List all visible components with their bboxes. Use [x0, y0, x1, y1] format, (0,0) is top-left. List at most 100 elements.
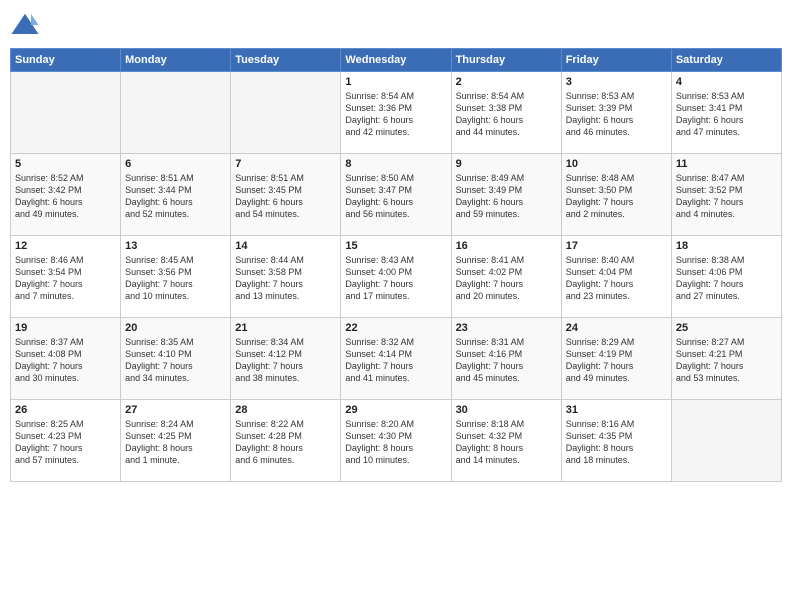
day-info: Sunrise: 8:27 AM Sunset: 4:21 PM Dayligh… — [676, 336, 777, 385]
calendar-header-row: SundayMondayTuesdayWednesdayThursdayFrid… — [11, 49, 782, 72]
calendar-table: SundayMondayTuesdayWednesdayThursdayFrid… — [10, 48, 782, 482]
day-info: Sunrise: 8:38 AM Sunset: 4:06 PM Dayligh… — [676, 254, 777, 303]
day-info: Sunrise: 8:40 AM Sunset: 4:04 PM Dayligh… — [566, 254, 667, 303]
calendar-cell — [11, 72, 121, 154]
day-info: Sunrise: 8:47 AM Sunset: 3:52 PM Dayligh… — [676, 172, 777, 221]
day-number: 27 — [125, 404, 226, 416]
calendar-cell: 6 Sunrise: 8:51 AM Sunset: 3:44 PM Daylig… — [121, 154, 231, 236]
calendar-cell: 25Sunrise: 8:27 AM Sunset: 4:21 PM Dayli… — [671, 318, 781, 400]
day-number: 18 — [676, 240, 777, 252]
day-info: Sunrise: 8:41 AM Sunset: 4:02 PM Dayligh… — [456, 254, 557, 303]
day-number: 17 — [566, 240, 667, 252]
day-info: Sunrise: 8:50 AM Sunset: 3:47 PM Dayligh… — [345, 172, 446, 221]
day-number: 3 — [566, 76, 667, 88]
calendar-week-1: 5 Sunrise: 8:52 AM Sunset: 3:42 PM Daylig… — [11, 154, 782, 236]
calendar-cell: 21 Sunrise: 8:34 AM Sunset: 4:12 PM Dayli… — [231, 318, 341, 400]
calendar-cell: 4 Sunrise: 8:53 AM Sunset: 3:41 PM Daylig… — [671, 72, 781, 154]
calendar-cell — [231, 72, 341, 154]
calendar-cell: 11 Sunrise: 8:47 AM Sunset: 3:52 PM Dayli… — [671, 154, 781, 236]
calendar-cell: 2 Sunrise: 8:54 AM Sunset: 3:38 PM Daylig… — [451, 72, 561, 154]
day-info: Sunrise: 8:51 AM Sunset: 3:44 PM Dayligh… — [125, 172, 226, 221]
day-header-thursday: Thursday — [451, 49, 561, 72]
logo-icon — [10, 10, 40, 40]
day-number: 26 — [15, 404, 116, 416]
day-info: Sunrise: 8:29 AM Sunset: 4:19 PM Dayligh… — [566, 336, 667, 385]
day-number: 12 — [15, 240, 116, 252]
logo — [10, 10, 43, 40]
calendar-cell: 28 Sunrise: 8:22 AM Sunset: 4:28 PM Dayli… — [231, 400, 341, 482]
calendar-cell — [671, 400, 781, 482]
day-header-friday: Friday — [561, 49, 671, 72]
calendar-cell: 23 Sunrise: 8:31 AM Sunset: 4:16 PM Dayli… — [451, 318, 561, 400]
day-info: Sunrise: 8:45 AM Sunset: 3:56 PM Dayligh… — [125, 254, 226, 303]
day-number: 2 — [456, 76, 557, 88]
day-info: Sunrise: 8:48 AM Sunset: 3:50 PM Dayligh… — [566, 172, 667, 221]
calendar-cell: 14 Sunrise: 8:44 AM Sunset: 3:58 PM Dayli… — [231, 236, 341, 318]
day-info: Sunrise: 8:32 AM Sunset: 4:14 PM Dayligh… — [345, 336, 446, 385]
calendar-week-0: 1 Sunrise: 8:54 AM Sunset: 3:36 PM Daylig… — [11, 72, 782, 154]
day-header-monday: Monday — [121, 49, 231, 72]
calendar-cell: 30Sunrise: 8:18 AM Sunset: 4:32 PM Dayli… — [451, 400, 561, 482]
day-info: Sunrise: 8:54 AM Sunset: 3:36 PM Dayligh… — [345, 90, 446, 139]
day-number: 10 — [566, 158, 667, 170]
calendar-cell — [121, 72, 231, 154]
calendar-cell: 12 Sunrise: 8:46 AM Sunset: 3:54 PM Dayli… — [11, 236, 121, 318]
day-number: 6 — [125, 158, 226, 170]
day-number: 5 — [15, 158, 116, 170]
calendar-cell: 16 Sunrise: 8:41 AM Sunset: 4:02 PM Dayli… — [451, 236, 561, 318]
calendar-cell: 31Sunrise: 8:16 AM Sunset: 4:35 PM Dayli… — [561, 400, 671, 482]
day-info: Sunrise: 8:51 AM Sunset: 3:45 PM Dayligh… — [235, 172, 336, 221]
calendar-cell: 29 Sunrise: 8:20 AM Sunset: 4:30 PM Dayli… — [341, 400, 451, 482]
day-info: Sunrise: 8:44 AM Sunset: 3:58 PM Dayligh… — [235, 254, 336, 303]
calendar-cell: 17 Sunrise: 8:40 AM Sunset: 4:04 PM Dayli… — [561, 236, 671, 318]
day-number: 23 — [456, 322, 557, 334]
day-number: 14 — [235, 240, 336, 252]
day-number: 8 — [345, 158, 446, 170]
day-info: Sunrise: 8:31 AM Sunset: 4:16 PM Dayligh… — [456, 336, 557, 385]
main-container: SundayMondayTuesdayWednesdayThursdayFrid… — [0, 0, 792, 612]
day-number: 16 — [456, 240, 557, 252]
calendar-cell: 1 Sunrise: 8:54 AM Sunset: 3:36 PM Daylig… — [341, 72, 451, 154]
calendar-cell: 3 Sunrise: 8:53 AM Sunset: 3:39 PM Daylig… — [561, 72, 671, 154]
calendar-cell: 10 Sunrise: 8:48 AM Sunset: 3:50 PM Dayli… — [561, 154, 671, 236]
day-info: Sunrise: 8:25 AM Sunset: 4:23 PM Dayligh… — [15, 418, 116, 467]
day-number: 24 — [566, 322, 667, 334]
calendar-week-2: 12 Sunrise: 8:46 AM Sunset: 3:54 PM Dayli… — [11, 236, 782, 318]
day-info: Sunrise: 8:35 AM Sunset: 4:10 PM Dayligh… — [125, 336, 226, 385]
day-number: 21 — [235, 322, 336, 334]
day-header-sunday: Sunday — [11, 49, 121, 72]
day-number: 4 — [676, 76, 777, 88]
calendar-week-4: 26 Sunrise: 8:25 AM Sunset: 4:23 PM Dayli… — [11, 400, 782, 482]
calendar-cell: 20 Sunrise: 8:35 AM Sunset: 4:10 PM Dayli… — [121, 318, 231, 400]
day-info: Sunrise: 8:52 AM Sunset: 3:42 PM Dayligh… — [15, 172, 116, 221]
calendar-cell: 22 Sunrise: 8:32 AM Sunset: 4:14 PM Dayli… — [341, 318, 451, 400]
day-info: Sunrise: 8:46 AM Sunset: 3:54 PM Dayligh… — [15, 254, 116, 303]
calendar-cell: 19Sunrise: 8:37 AM Sunset: 4:08 PM Dayli… — [11, 318, 121, 400]
day-info: Sunrise: 8:16 AM Sunset: 4:35 PM Dayligh… — [566, 418, 667, 467]
day-info: Sunrise: 8:53 AM Sunset: 3:39 PM Dayligh… — [566, 90, 667, 139]
day-number: 29 — [345, 404, 446, 416]
day-number: 28 — [235, 404, 336, 416]
day-number: 11 — [676, 158, 777, 170]
day-number: 9 — [456, 158, 557, 170]
day-number: 22 — [345, 322, 446, 334]
day-number: 1 — [345, 76, 446, 88]
header — [10, 10, 782, 40]
calendar-cell: 13Sunrise: 8:45 AM Sunset: 3:56 PM Dayli… — [121, 236, 231, 318]
day-info: Sunrise: 8:20 AM Sunset: 4:30 PM Dayligh… — [345, 418, 446, 467]
calendar-cell: 24 Sunrise: 8:29 AM Sunset: 4:19 PM Dayli… — [561, 318, 671, 400]
day-header-tuesday: Tuesday — [231, 49, 341, 72]
day-info: Sunrise: 8:34 AM Sunset: 4:12 PM Dayligh… — [235, 336, 336, 385]
day-info: Sunrise: 8:53 AM Sunset: 3:41 PM Dayligh… — [676, 90, 777, 139]
day-number: 20 — [125, 322, 226, 334]
calendar-cell: 5 Sunrise: 8:52 AM Sunset: 3:42 PM Daylig… — [11, 154, 121, 236]
day-info: Sunrise: 8:54 AM Sunset: 3:38 PM Dayligh… — [456, 90, 557, 139]
calendar-week-3: 19Sunrise: 8:37 AM Sunset: 4:08 PM Dayli… — [11, 318, 782, 400]
calendar-cell: 27Sunrise: 8:24 AM Sunset: 4:25 PM Dayli… — [121, 400, 231, 482]
day-number: 15 — [345, 240, 446, 252]
day-info: Sunrise: 8:22 AM Sunset: 4:28 PM Dayligh… — [235, 418, 336, 467]
day-info: Sunrise: 8:18 AM Sunset: 4:32 PM Dayligh… — [456, 418, 557, 467]
day-info: Sunrise: 8:37 AM Sunset: 4:08 PM Dayligh… — [15, 336, 116, 385]
day-info: Sunrise: 8:49 AM Sunset: 3:49 PM Dayligh… — [456, 172, 557, 221]
day-number: 7 — [235, 158, 336, 170]
